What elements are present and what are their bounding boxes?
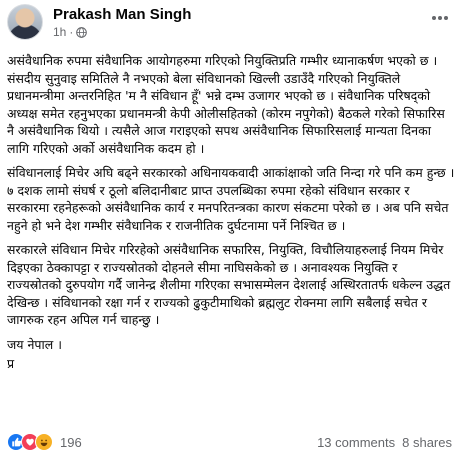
separator: · — [69, 25, 74, 39]
post-paragraph: संविधानलाई मिचेर अघि बढ्ने सरकारको अधिना… — [7, 165, 455, 233]
post-paragraph: सरकारले संविधान मिचेर गरिरहेको असंवैधानि… — [7, 242, 451, 327]
post-paragraph: जय नेपाल । — [7, 336, 62, 352]
facebook-post: Prakash Man Singh 1h · असंवैधानिक रुपमा … — [0, 0, 462, 455]
timestamp[interactable]: 1h — [53, 25, 66, 39]
post-footer: 196 13 comments 8 shares — [7, 432, 452, 452]
post-paragraph: असंवैधानिक रुपमा संवैधानिक आयोगहरुमा गरि… — [7, 53, 445, 156]
globe-icon — [76, 26, 88, 38]
post-meta: 1h · — [53, 25, 88, 39]
shares-link[interactable]: 8 shares — [402, 435, 452, 450]
post-body: असंवैधानिक रुपमा संवैधानिक आयोगहरुमा गरि… — [7, 52, 455, 380]
reactions-summary[interactable]: 196 — [7, 433, 82, 451]
ellipsis-icon — [432, 16, 448, 20]
more-options-button[interactable] — [428, 8, 452, 28]
author-name[interactable]: Prakash Man Singh — [53, 6, 191, 23]
avatar[interactable] — [7, 4, 43, 40]
haha-icon — [35, 433, 53, 451]
reaction-count: 196 — [60, 434, 82, 450]
comments-link[interactable]: 13 comments — [317, 435, 395, 450]
post-signature: प्र — [7, 356, 15, 371]
post-header: Prakash Man Singh 1h · — [7, 4, 462, 40]
